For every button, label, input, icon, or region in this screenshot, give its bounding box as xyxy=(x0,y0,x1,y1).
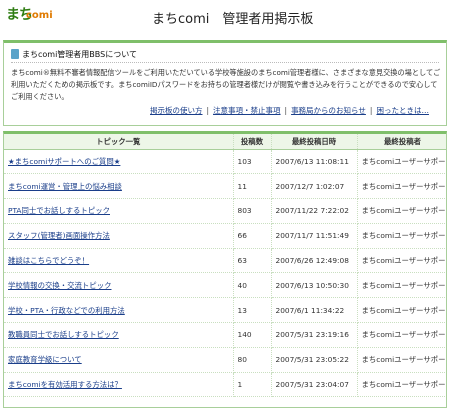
last-post-date-cell: 2007/6/13 11:08:11 xyxy=(271,149,358,175)
table-row: 教職員同士でお話しするトピック 140 2007/5/31 23:19:16 まちco… xyxy=(4,322,446,348)
post-count-cell: 103 xyxy=(233,149,272,175)
topic-cell: 学校情報の交換・交流トピック xyxy=(4,272,234,299)
topic-link[interactable]: ★まちcomiサポートへのご質問★ xyxy=(8,157,120,166)
table-row: PTA同士でお話しするトピック 803 2007/11/22 7:22:02 まちco… xyxy=(4,198,446,224)
table-row: 学校・PTA・行政などでの利用方法 13 2007/6/1 11:34:22 まちco… xyxy=(4,297,446,324)
header-post-count: 投稿数 xyxy=(233,134,272,150)
topic-link[interactable]: まちcomiを有効活用する方法は？ xyxy=(8,380,122,389)
last-poster-cell: まちcomiユーザーサポート xyxy=(357,173,446,200)
topic-cell: PTA同士でお話しするトピック xyxy=(4,198,234,224)
last-poster-cell: まちcomiユーザーサポート xyxy=(357,347,446,373)
table-row: 学校情報の交換・交流トピック 40 2007/6/13 10:50:30 まちcomi… xyxy=(4,272,446,299)
last-post-date-cell: 2007/11/22 7:22:02 xyxy=(271,198,358,224)
post-count-cell: 66 xyxy=(233,223,272,249)
topic-link[interactable]: 教職員同士でお話しするトピック xyxy=(8,330,119,339)
topic-link[interactable]: 家庭教育学級について xyxy=(8,355,82,364)
last-poster-cell: まちcomiユーザーサポート xyxy=(357,372,446,398)
topic-cell: スタッフ(管理者)画面操作方法 xyxy=(4,223,234,249)
table-header-row: トピック一覧 投稿数 最終投稿日時 最終投稿者 xyxy=(4,134,446,150)
last-poster-cell: まちcomiユーザーサポート xyxy=(357,322,446,348)
topic-link[interactable]: まちcomi運営・管理上の悩み相談 xyxy=(8,182,122,191)
post-count-cell: 140 xyxy=(233,322,272,348)
last-poster-cell: まちcomiユーザーサポート xyxy=(357,272,446,299)
last-poster-cell: まちcomiユーザーサポート xyxy=(357,149,446,175)
intro-divider xyxy=(11,62,439,63)
header: まち comi まちcomi 管理者用掲示板 xyxy=(0,0,450,34)
last-post-date-cell: 2007/6/26 12:49:08 xyxy=(271,248,358,274)
machicomi-logo[interactable]: まち comi xyxy=(6,4,68,28)
link-separator: | xyxy=(206,106,210,115)
link-notices[interactable]: 事務局からのお知らせ xyxy=(291,106,366,115)
topic-link[interactable]: 学校・PTA・行政などでの利用方法 xyxy=(8,306,125,315)
topic-cell: 教職員同士でお話しするトピック xyxy=(4,322,234,348)
page-title: まちcomi 管理者用掲示板 xyxy=(152,12,314,27)
intro-text: まちcomi®無料不審者情報配信ツールをご利用いただいている学校等施設のまちco… xyxy=(11,68,441,101)
table-row: ★まちcomiサポートへのご質問★ 103 2007/6/13 11:08:11 まち… xyxy=(4,149,446,175)
topic-cell: ★まちcomiサポートへのご質問★ xyxy=(4,149,234,175)
last-post-date-cell: 2007/12/7 1:02:07 xyxy=(271,173,358,200)
topic-cell: 家庭教育学級について xyxy=(4,347,234,373)
last-post-date-cell: 2007/6/1 11:34:22 xyxy=(271,297,358,324)
post-count-cell: 63 xyxy=(233,248,272,274)
topic-link[interactable]: 学校情報の交換・交流トピック xyxy=(8,281,111,290)
header-last-post-date: 最終投稿日時 xyxy=(271,134,358,150)
table-row: まちcomiを有効活用する方法は？ 1 2007/5/31 23:04:07 まちco… xyxy=(4,372,446,398)
header-last-poster: 最終投稿者 xyxy=(357,134,446,150)
link-how-to-use[interactable]: 掲示板の使い方 xyxy=(150,106,203,115)
topic-table: トピック一覧 投稿数 最終投稿日時 最終投稿者 ★まちcomiサポートへのご質問… xyxy=(4,134,446,398)
topic-cell: まちcomi運営・管理上の悩み相談 xyxy=(4,173,234,200)
topic-cell: 学校・PTA・行政などでの利用方法 xyxy=(4,297,234,324)
post-count-cell: 803 xyxy=(233,198,272,224)
table-row: まちcomi運営・管理上の悩み相談 11 2007/12/7 1:02:07 まちco… xyxy=(4,173,446,200)
last-poster-cell: まちcomiユーザーサポート xyxy=(357,198,446,224)
pencil-icon xyxy=(11,49,19,59)
last-post-date-cell: 2007/6/13 10:50:30 xyxy=(271,272,358,299)
topic-link[interactable]: PTA同士でお話しするトピック xyxy=(8,206,110,215)
intro-heading-text: まちcomi管理者用BBSについて xyxy=(22,50,137,59)
table-row: 家庭教育学級について 80 2007/5/31 23:05:22 まちcomiユーザー… xyxy=(4,347,446,373)
post-count-cell: 13 xyxy=(233,297,272,324)
last-post-date-cell: 2007/5/31 23:04:07 xyxy=(271,372,358,398)
post-count-cell: 11 xyxy=(233,173,272,200)
post-count-cell: 1 xyxy=(233,372,272,398)
topic-table-panel: トピック一覧 投稿数 最終投稿日時 最終投稿者 ★まちcomiサポートへのご質問… xyxy=(3,131,447,408)
table-row: 雑談はこちらでどうぞ！ 63 2007/6/26 12:49:08 まちcomiユーザ… xyxy=(4,248,446,274)
intro-heading: まちcomi管理者用BBSについて xyxy=(11,49,137,60)
link-troubleshooting[interactable]: 困ったときは… xyxy=(376,106,429,115)
post-count-cell: 80 xyxy=(233,347,272,373)
last-poster-cell: まちcomiユーザーサポート xyxy=(357,297,446,324)
post-count-cell: 40 xyxy=(233,272,272,299)
last-post-date-cell: 2007/5/31 23:05:22 xyxy=(271,347,358,373)
topic-cell: まちcomiを有効活用する方法は？ xyxy=(4,372,234,398)
table-row: スタッフ(管理者)画面操作方法 66 2007/11/7 11:51:49 まちcom… xyxy=(4,223,446,249)
last-poster-cell: まちcomiユーザーサポート xyxy=(357,248,446,274)
last-post-date-cell: 2007/5/31 23:19:16 xyxy=(271,322,358,348)
last-poster-cell: まちcomiユーザーサポート xyxy=(357,223,446,249)
topic-cell: 雑談はこちらでどうぞ！ xyxy=(4,248,234,274)
help-links: 掲示板の使い方 | 注意事項・禁止事項 | 事務局からのお知らせ | 困ったときは… xyxy=(150,105,429,116)
link-rules[interactable]: 注意事項・禁止事項 xyxy=(213,106,281,115)
link-separator: | xyxy=(369,106,373,115)
topic-link[interactable]: 雑談はこちらでどうぞ！ xyxy=(8,256,89,265)
link-separator: | xyxy=(284,106,288,115)
last-post-date-cell: 2007/11/7 11:51:49 xyxy=(271,223,358,249)
header-topic-list: トピック一覧 xyxy=(4,134,234,150)
logo-brand: comi xyxy=(26,10,53,21)
topic-link[interactable]: スタッフ(管理者)画面操作方法 xyxy=(8,231,110,240)
